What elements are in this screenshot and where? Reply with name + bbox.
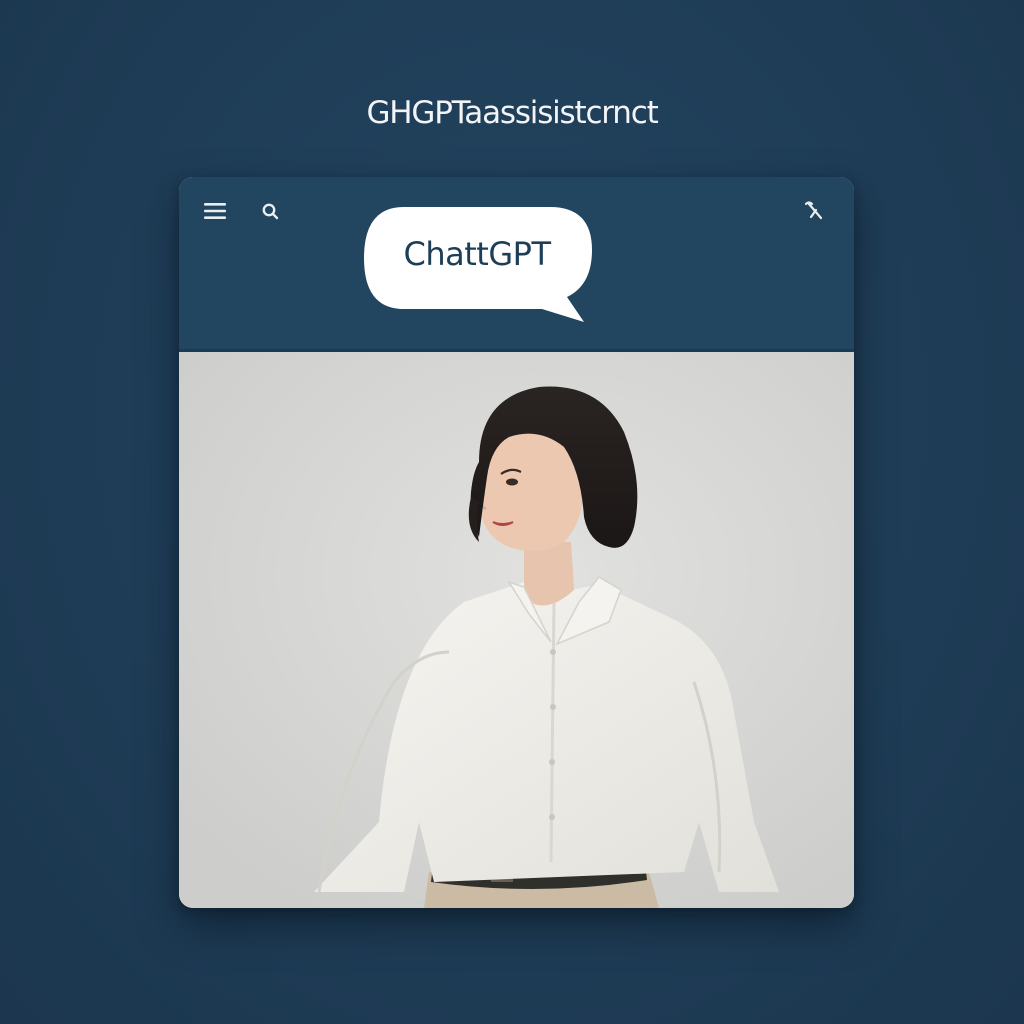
bubble-label: ChattGPT (403, 235, 551, 273)
search-icon (262, 203, 279, 220)
menu-button[interactable] (199, 195, 231, 227)
hamburger-menu-icon (204, 203, 226, 219)
page-title: GHGPTaassisistcrnct (366, 95, 658, 131)
tools-button[interactable] (798, 195, 830, 227)
portrait-photo (179, 352, 854, 908)
app-window: ChattGPT (179, 177, 854, 908)
speech-bubble: ChattGPT (362, 205, 594, 322)
search-button[interactable] (254, 195, 286, 227)
app-header: ChattGPT (179, 177, 854, 352)
woman-portrait-image (179, 352, 854, 908)
tools-icon (804, 201, 823, 220)
